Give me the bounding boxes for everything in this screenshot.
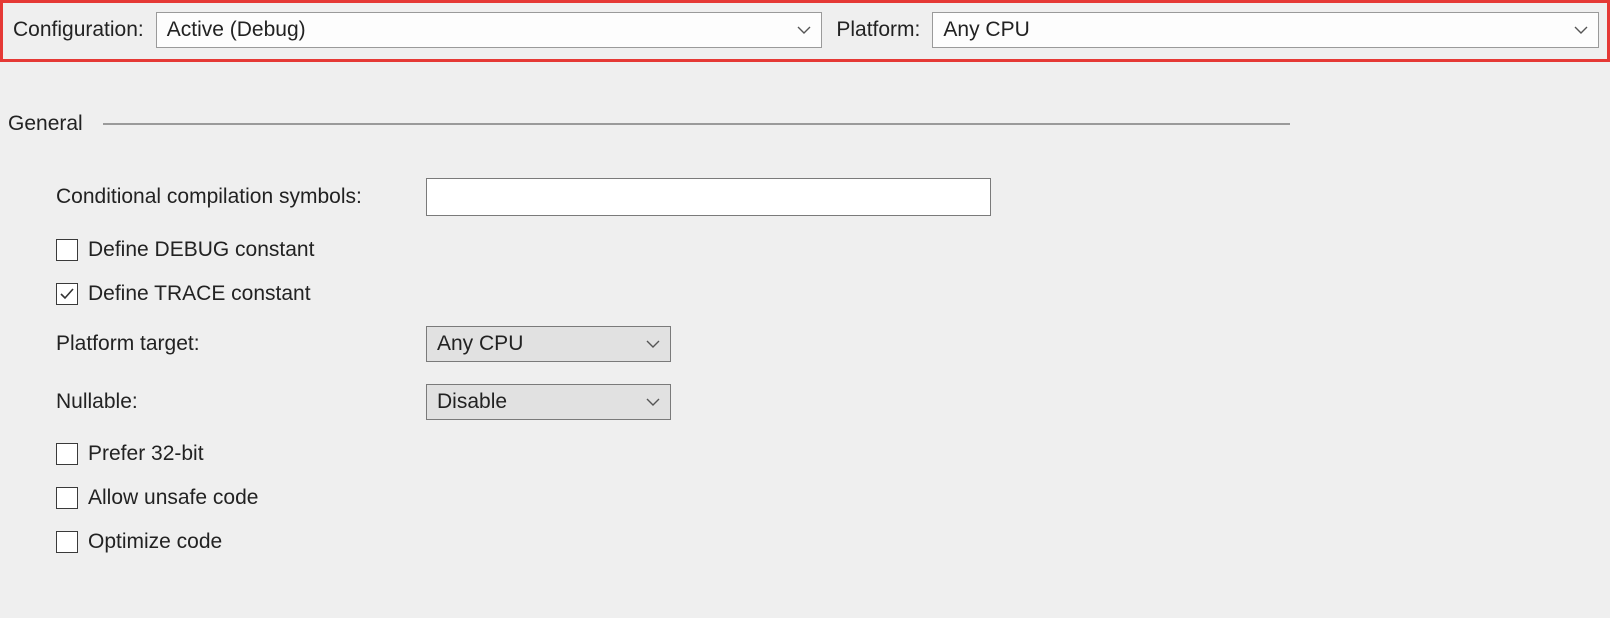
platform-label: Platform: [834, 18, 920, 42]
section-divider [103, 123, 1290, 125]
general-section-header: General [8, 112, 1610, 136]
nullable-label: Nullable: [56, 390, 426, 414]
symbols-input[interactable] [426, 178, 991, 216]
platform-target-select[interactable]: Any CPU [426, 326, 671, 362]
symbols-label: Conditional compilation symbols: [56, 185, 426, 209]
platform-target-row: Platform target: Any CPU [56, 326, 1610, 362]
allow-unsafe-row: Allow unsafe code [56, 486, 1610, 510]
configuration-select[interactable]: Active (Debug) [156, 12, 823, 48]
chevron-down-icon [646, 398, 660, 406]
general-section-title: General [8, 112, 83, 136]
platform-target-label: Platform target: [56, 332, 426, 356]
optimize-code-label: Optimize code [88, 530, 222, 554]
define-debug-label: Define DEBUG constant [88, 238, 314, 262]
optimize-code-checkbox[interactable] [56, 531, 78, 553]
chevron-down-icon [646, 340, 660, 348]
define-debug-checkbox[interactable] [56, 239, 78, 261]
define-debug-row: Define DEBUG constant [56, 238, 1610, 262]
prefer-32bit-checkbox[interactable] [56, 443, 78, 465]
platform-target-value: Any CPU [437, 332, 523, 356]
nullable-value: Disable [437, 390, 507, 414]
nullable-select[interactable]: Disable [426, 384, 671, 420]
configuration-label: Configuration: [11, 18, 144, 42]
symbols-row: Conditional compilation symbols: [56, 178, 1610, 216]
nullable-row: Nullable: Disable [56, 384, 1610, 420]
configuration-value: Active (Debug) [167, 18, 306, 42]
prefer-32bit-label: Prefer 32-bit [88, 442, 204, 466]
allow-unsafe-label: Allow unsafe code [88, 486, 258, 510]
build-settings-panel: General Conditional compilation symbols:… [0, 62, 1610, 554]
chevron-down-icon [797, 26, 811, 34]
platform-select[interactable]: Any CPU [932, 12, 1599, 48]
chevron-down-icon [1574, 26, 1588, 34]
optimize-code-row: Optimize code [56, 530, 1610, 554]
config-platform-bar: Configuration: Active (Debug) Platform: … [0, 0, 1610, 62]
platform-value: Any CPU [943, 18, 1029, 42]
define-trace-checkbox[interactable] [56, 283, 78, 305]
define-trace-label: Define TRACE constant [88, 282, 311, 306]
define-trace-row: Define TRACE constant [56, 282, 1610, 306]
allow-unsafe-checkbox[interactable] [56, 487, 78, 509]
prefer-32bit-row: Prefer 32-bit [56, 442, 1610, 466]
